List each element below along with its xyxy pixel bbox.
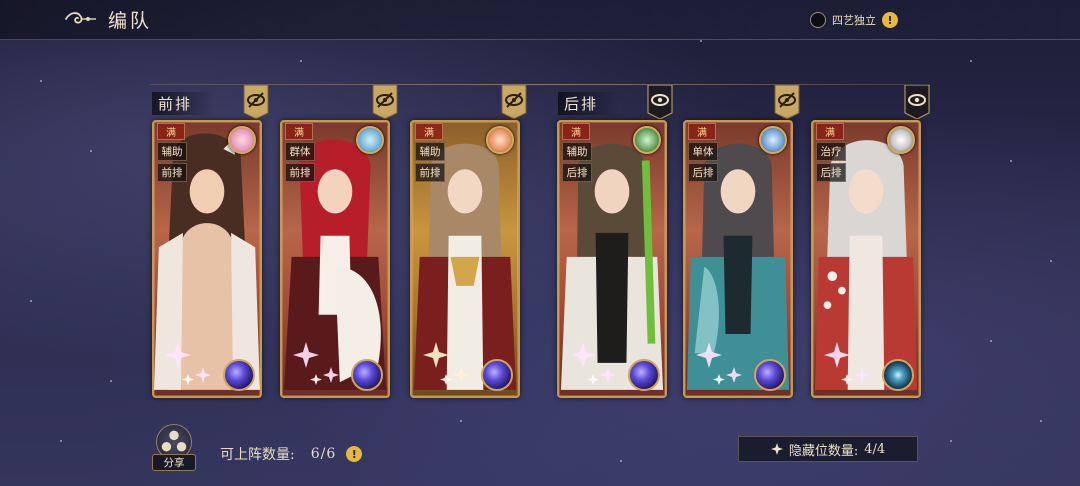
purple-orb-icon: [223, 359, 255, 391]
page-title: 编队: [108, 9, 153, 32]
title-area: 编队: [64, 4, 152, 34]
diamond-icon: [770, 443, 783, 455]
max-tag: 满: [157, 123, 185, 140]
sparkle-icon: [293, 342, 339, 385]
character-card-1[interactable]: 满 辅助 前排: [152, 120, 262, 398]
purple-orb-icon: [628, 359, 660, 391]
white-bird-icon: [887, 126, 915, 154]
character-card-5[interactable]: 满 单体 后排: [683, 120, 793, 398]
sparkle-icon: [824, 342, 870, 385]
fox-icon: [486, 126, 514, 154]
deploy-count-value: 6/6: [310, 446, 337, 462]
role-tag: 辅助: [157, 142, 187, 161]
position-tag: 前排: [157, 163, 187, 182]
character-card-3[interactable]: 满 辅助 前排: [410, 120, 520, 398]
eye-hidden-icon[interactable]: [372, 85, 398, 119]
front-row-label: 前排: [152, 92, 215, 115]
hidden-slot-label: 隐藏位数量:: [788, 443, 859, 459]
hidden-slot-value: 4/4: [864, 441, 886, 457]
position-tag: 后排: [562, 163, 592, 182]
role-tag: 辅助: [415, 142, 445, 161]
sparkle-icon: [165, 342, 211, 385]
share-label: 分享: [152, 454, 196, 471]
top-bar: 编队 四艺独立 !: [0, 0, 1080, 40]
toggle-label: 四艺独立: [832, 14, 876, 27]
role-tag: 辅助: [562, 142, 592, 161]
card-tags: 满 辅助 后排: [562, 123, 592, 182]
position-tag: 前排: [285, 163, 315, 182]
hidden-slot-count: 隐藏位数量: 4/4: [738, 436, 918, 462]
position-tag: 后排: [816, 163, 846, 182]
sparkle-icon: [570, 342, 616, 385]
deploy-count-label: 可上阵数量:: [220, 447, 295, 463]
deploy-count: 可上阵数量: 6/6 !: [220, 444, 363, 464]
max-tag: 满: [562, 123, 590, 140]
eye-hidden-icon[interactable]: [501, 85, 527, 119]
character-card-6[interactable]: 满 治疗 后排: [811, 120, 921, 398]
sparkle-icon: [696, 342, 742, 385]
card-tags: 满 单体 后排: [688, 123, 718, 182]
blue-dragon-icon: [759, 126, 787, 154]
toggle-radio[interactable]: [810, 12, 826, 28]
max-tag: 满: [415, 123, 443, 140]
card-tags: 满 治疗 后排: [816, 123, 846, 182]
eye-hidden-icon[interactable]: [243, 85, 269, 119]
max-tag: 满: [816, 123, 844, 140]
role-tag: 治疗: [816, 142, 846, 161]
back-cloud-icon[interactable]: [64, 8, 98, 30]
info-icon[interactable]: !: [882, 12, 898, 28]
eye-visible-icon[interactable]: [904, 85, 930, 119]
max-tag: 满: [688, 123, 716, 140]
green-bird-icon: [633, 126, 661, 154]
pink-bunny-icon: [228, 126, 256, 154]
share-button[interactable]: 分享: [152, 424, 196, 474]
max-tag: 满: [285, 123, 313, 140]
role-tag: 单体: [688, 142, 718, 161]
position-tag: 前排: [415, 163, 445, 182]
blue-wolf-icon: [356, 126, 384, 154]
eye-hidden-icon[interactable]: [774, 85, 800, 119]
card-tags: 满 群体 前排: [285, 123, 315, 182]
purple-orb-icon: [351, 359, 383, 391]
independent-arts-toggle[interactable]: 四艺独立 !: [810, 12, 898, 28]
character-card-2[interactable]: 满 群体 前排: [280, 120, 390, 398]
position-tag: 后排: [688, 163, 718, 182]
teal-eye-orb-icon: [882, 359, 914, 391]
purple-orb-icon: [481, 359, 513, 391]
role-tag: 群体: [285, 142, 315, 161]
info-icon[interactable]: !: [346, 446, 363, 462]
card-tags: 满 辅助 前排: [157, 123, 187, 182]
eye-visible-icon[interactable]: [647, 85, 673, 119]
purple-orb-icon: [754, 359, 786, 391]
back-row-label: 后排: [558, 92, 621, 115]
character-card-4[interactable]: 满 辅助 后排: [557, 120, 667, 398]
sparkle-icon: [423, 342, 469, 385]
card-tags: 满 辅助 前排: [415, 123, 445, 182]
